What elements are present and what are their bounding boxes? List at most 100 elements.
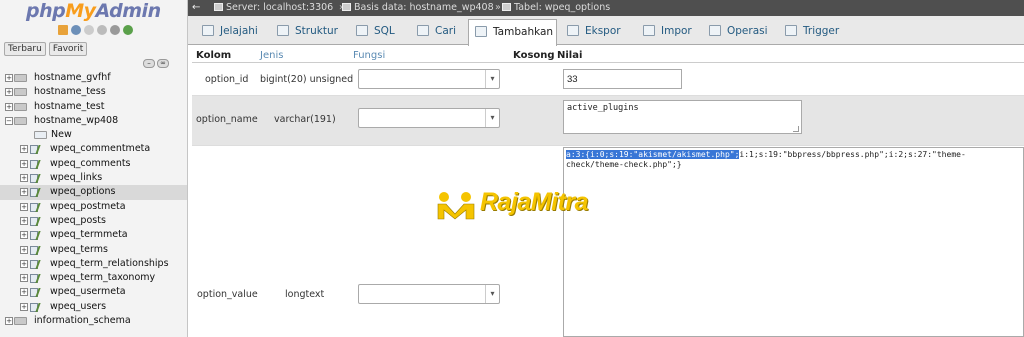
tab-tambahkan[interactable]: Tambahkan	[468, 19, 557, 46]
tab-trigger[interactable]: Trigger	[779, 19, 839, 45]
link-with-main-icon[interactable]: ∞	[157, 59, 169, 68]
sql-icon	[356, 25, 368, 36]
database-icon	[14, 88, 27, 97]
tab-label: Struktur	[295, 25, 338, 37]
table-icon	[502, 3, 511, 11]
home-icon[interactable]	[58, 25, 68, 35]
expand-icon[interactable]: +	[5, 317, 13, 326]
table-item[interactable]: + wpeq_links	[0, 171, 187, 185]
chevron-down-icon: ▾	[485, 285, 499, 303]
expand-icon[interactable]: +	[5, 102, 13, 111]
value-textarea-option-name[interactable]: active_plugins	[563, 100, 802, 134]
table-icon	[30, 302, 46, 312]
tab-jelajahi[interactable]: Jelajahi	[196, 19, 266, 45]
logout-icon[interactable]	[71, 25, 81, 35]
database-item[interactable]: + hostname_tess	[0, 85, 187, 99]
settings-icon[interactable]	[110, 25, 120, 35]
field-row-option-name: option_name varchar(191) ▾ active_plugin…	[192, 96, 1024, 146]
table-item[interactable]: + wpeq_terms	[0, 243, 187, 257]
expand-icon[interactable]: +	[20, 288, 28, 297]
value-textarea-option-value[interactable]: a:3:{i:0;s:19:"akismet/akismet.php";i:1;…	[563, 147, 1024, 337]
tree-item-label: wpeq_term_relationships	[50, 257, 169, 269]
tab-struktur[interactable]: Struktur	[271, 19, 345, 45]
database-item[interactable]: − hostname_wp408	[0, 114, 187, 128]
database-item[interactable]: + hostname_test	[0, 100, 187, 114]
expand-icon[interactable]: +	[5, 88, 13, 97]
recent-tab[interactable]: Terbaru	[4, 42, 46, 56]
table-icon	[30, 159, 46, 169]
phpmyadmin-logo[interactable]: phpMyAdmin	[26, 0, 161, 22]
expand-icon[interactable]: +	[20, 202, 28, 211]
table-item[interactable]: + wpeq_commentmeta	[0, 142, 187, 156]
insert-icon	[475, 26, 487, 37]
tab-impor[interactable]: Impor	[637, 19, 697, 45]
reload-icon[interactable]	[123, 25, 133, 35]
header-function: Fungsi	[353, 50, 386, 61]
docs-icon[interactable]	[84, 25, 94, 35]
help-icon[interactable]	[97, 25, 107, 35]
table-item[interactable]: + wpeq_termmeta	[0, 228, 187, 242]
expand-icon[interactable]: +	[20, 259, 28, 268]
tab-ekspor[interactable]: Ekspor	[561, 19, 630, 45]
expand-icon[interactable]: +	[20, 216, 28, 225]
tree-item-label: information_schema	[34, 315, 131, 327]
database-item[interactable]: + hostname_gvfhf	[0, 71, 187, 85]
function-select[interactable]: ▾	[358, 284, 500, 304]
expand-icon[interactable]: +	[20, 245, 28, 254]
server-icon	[214, 3, 223, 11]
tab-operasi[interactable]: Operasi	[703, 19, 773, 45]
new-table-icon	[34, 131, 47, 140]
table-icon	[30, 188, 46, 198]
expand-icon[interactable]: −	[5, 116, 13, 125]
breadcrumb-server[interactable]: Server: localhost:3306	[214, 0, 333, 16]
breadcrumb-table[interactable]: Tabel: wpeq_options	[502, 0, 610, 16]
browse-icon	[202, 25, 214, 36]
table-icon	[30, 245, 46, 255]
chevron-down-icon: ▾	[485, 70, 499, 88]
tree-item-label: wpeq_term_taxonomy	[50, 272, 156, 284]
expand-icon[interactable]: +	[20, 274, 28, 283]
breadcrumb-database[interactable]: Basis data: hostname_wp408	[342, 0, 494, 16]
back-arrow-icon[interactable]: ←	[192, 0, 200, 16]
watermark: RajaMitra	[436, 188, 594, 224]
expand-icon[interactable]: +	[20, 174, 28, 183]
table-item[interactable]: + wpeq_posts	[0, 214, 187, 228]
field-name: option_value	[197, 289, 258, 300]
table-item[interactable]: + wpeq_term_taxonomy	[0, 271, 187, 285]
structure-icon	[277, 25, 289, 36]
table-item[interactable]: + wpeq_usermeta	[0, 285, 187, 299]
favorites-tab[interactable]: Favorit	[48, 42, 88, 56]
field-type: bigint(20) unsigned	[260, 74, 354, 85]
function-select[interactable]: ▾	[358, 69, 500, 89]
expand-icon[interactable]: +	[20, 302, 28, 311]
new-table-item[interactable]: New	[0, 128, 187, 142]
expand-icon[interactable]: +	[20, 188, 28, 197]
expand-icon[interactable]: +	[20, 145, 28, 154]
tab-bar: Jelajahi Struktur SQL Cari Tambahkan Ekspor Im…	[188, 16, 1024, 46]
value-input-option-id[interactable]: 33	[563, 69, 682, 89]
tab-cari[interactable]: Cari	[411, 19, 463, 45]
resize-handle-icon[interactable]	[793, 126, 799, 132]
tree-item-label: wpeq_comments	[50, 157, 131, 169]
chevron-down-icon: ▾	[485, 109, 499, 127]
field-type: longtext	[285, 289, 325, 300]
table-icon	[30, 231, 46, 241]
expand-icon[interactable]: +	[5, 74, 13, 82]
table-item[interactable]: + wpeq_options	[0, 185, 187, 200]
database-icon	[14, 317, 27, 326]
table-item[interactable]: + wpeq_comments	[0, 157, 187, 171]
table-item[interactable]: + wpeq_postmeta	[0, 200, 187, 214]
nav-icon-bar	[58, 25, 133, 35]
tab-label: Ekspor	[585, 25, 621, 37]
collapse-all-icon[interactable]: –	[143, 59, 155, 68]
table-item[interactable]: + wpeq_users	[0, 300, 187, 314]
tab-sql[interactable]: SQL	[350, 19, 406, 45]
database-icon	[14, 102, 27, 111]
function-select[interactable]: ▾	[358, 108, 500, 128]
database-item[interactable]: + information_schema	[0, 314, 187, 328]
table-item[interactable]: + wpeq_term_relationships	[0, 257, 187, 271]
expand-icon[interactable]: +	[20, 231, 28, 240]
expand-icon[interactable]: +	[20, 159, 28, 168]
breadcrumb: ← Server: localhost:3306 » Basis data: h…	[188, 0, 1024, 16]
tab-label: Tambahkan	[493, 26, 554, 38]
